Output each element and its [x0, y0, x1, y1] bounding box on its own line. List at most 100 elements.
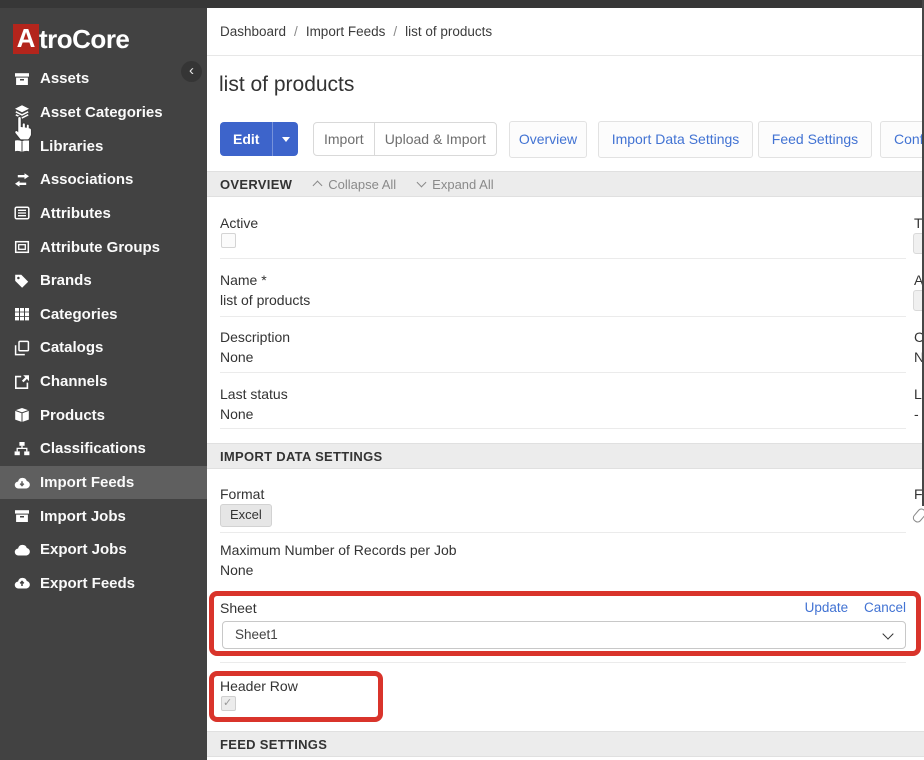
clipped-field-fragment: - — [914, 406, 919, 422]
paperclip-icon-fragment — [911, 507, 924, 524]
active-field-label: Active — [220, 215, 258, 231]
collapse-all-label: Collapse All — [328, 177, 396, 192]
expand-all-label: Expand All — [432, 177, 493, 192]
box-icon — [14, 407, 30, 423]
import-data-settings-panel-title: IMPORT DATA SETTINGS — [220, 449, 382, 464]
arrows-swap-icon — [14, 172, 30, 188]
sidebar-item-associations[interactable]: Associations — [0, 163, 207, 197]
sidebar-item-attribute-groups[interactable]: Attribute Groups — [0, 230, 207, 264]
sheet-field-label: Sheet — [220, 600, 257, 616]
main-content: Dashboard / Import Feeds / list of produ… — [207, 8, 924, 760]
archive-icon — [14, 508, 30, 524]
sidebar-item-classifications[interactable]: Classifications — [0, 432, 207, 466]
sidebar-item-label: Export Feeds — [40, 575, 135, 592]
sheet-select[interactable]: Sheet1 — [222, 621, 906, 649]
sidebar-item-import-jobs[interactable]: Import Jobs — [0, 499, 207, 533]
mouse-cursor — [12, 115, 34, 148]
sidebar-item-catalogs[interactable]: Catalogs — [0, 331, 207, 365]
sheet-inline-actions: Update Cancel — [687, 600, 906, 615]
logo-mark: A — [13, 24, 39, 54]
field-separator — [220, 532, 906, 533]
feed-settings-panel-header: FEED SETTINGS — [207, 731, 924, 757]
caret-down-icon — [282, 137, 290, 142]
sidebar-item-label: Export Jobs — [40, 541, 127, 558]
cloud-icon — [14, 542, 30, 558]
description-field-value: None — [220, 349, 253, 365]
collapse-all-control[interactable]: Collapse All — [314, 177, 396, 192]
action-button-group: Import Upload & Import — [313, 122, 497, 156]
edit-button-label[interactable]: Edit — [220, 122, 272, 156]
sidebar-item-channels[interactable]: Channels — [0, 365, 207, 399]
chevron-up-icon — [313, 181, 323, 191]
chevron-down-icon — [417, 178, 427, 188]
copy-icon — [14, 340, 30, 356]
sidebar-item-export-jobs[interactable]: Export Jobs — [0, 533, 207, 567]
sidebar-item-label: Brands — [40, 272, 92, 289]
nav-configurator-button-clipped[interactable]: Confi — [880, 121, 924, 158]
tag-icon — [14, 273, 30, 289]
name-field-value: list of products — [220, 292, 310, 308]
feed-settings-panel-title: FEED SETTINGS — [220, 737, 327, 752]
breadcrumb-dashboard[interactable]: Dashboard — [220, 24, 286, 39]
sidebar-item-label: Libraries — [40, 138, 103, 155]
last-status-field-value: None — [220, 406, 253, 422]
field-separator — [220, 258, 906, 259]
clipped-field-fragment: L — [914, 386, 922, 402]
sidebar-item-label: Categories — [40, 306, 118, 323]
breadcrumb: Dashboard / Import Feeds / list of produ… — [207, 8, 924, 56]
page-title: list of products — [219, 73, 354, 97]
sheet-update-link[interactable]: Update — [805, 600, 849, 615]
breadcrumb-separator: / — [393, 24, 397, 39]
edit-dropdown-toggle[interactable] — [272, 122, 298, 156]
sidebar-item-assets[interactable]: Assets — [0, 62, 207, 96]
share-icon — [14, 374, 30, 390]
breadcrumb-import-feeds[interactable]: Import Feeds — [306, 24, 386, 39]
sidebar-item-export-feeds[interactable]: Export Feeds — [0, 567, 207, 601]
nav-overview-button[interactable]: Overview — [509, 121, 587, 158]
field-separator — [220, 316, 906, 317]
sidebar-item-attributes[interactable]: Attributes — [0, 197, 207, 231]
app-logo[interactable]: AtroCore — [0, 8, 207, 62]
max-records-field-value: None — [220, 562, 253, 578]
import-data-settings-panel-header: IMPORT DATA SETTINGS — [207, 443, 924, 469]
name-field-label: Name * — [220, 272, 267, 288]
frame-icon — [14, 239, 30, 255]
grid-icon — [14, 306, 30, 322]
sitemap-icon — [14, 441, 30, 457]
nav-import-data-settings-button[interactable]: Import Data Settings — [598, 121, 753, 158]
field-separator — [220, 662, 906, 663]
active-checkbox[interactable] — [221, 233, 236, 248]
top-bar — [0, 0, 924, 8]
list-icon — [14, 205, 30, 221]
sidebar-item-label: Associations — [40, 171, 133, 188]
sidebar-collapse-button[interactable] — [181, 61, 202, 82]
archive-icon — [14, 71, 30, 87]
field-separator — [220, 428, 906, 429]
sidebar-item-categories[interactable]: Categories — [0, 297, 207, 331]
sidebar-item-label: Catalogs — [40, 339, 103, 356]
sidebar-item-brands[interactable]: Brands — [0, 264, 207, 298]
import-button[interactable]: Import — [314, 123, 374, 155]
upload-and-import-button[interactable]: Upload & Import — [374, 123, 496, 155]
sidebar-item-label: Classifications — [40, 440, 146, 457]
sidebar-item-label: Assets — [40, 70, 89, 87]
nav-feed-settings-button[interactable]: Feed Settings — [758, 121, 872, 158]
overview-panel-title: OVERVIEW — [220, 177, 292, 192]
breadcrumb-current: list of products — [405, 24, 492, 39]
sheet-select-value: Sheet1 — [235, 622, 278, 648]
app-window: AtroCore AssetsAsset CategoriesLibraries… — [0, 0, 924, 760]
expand-all-control[interactable]: Expand All — [418, 177, 493, 192]
sidebar-item-import-feeds[interactable]: Import Feeds — [0, 466, 207, 500]
sidebar-item-label: Channels — [40, 373, 108, 390]
last-status-field-label: Last status — [220, 386, 288, 402]
sidebar-item-label: Import Feeds — [40, 474, 134, 491]
edit-button[interactable]: Edit — [220, 122, 298, 156]
breadcrumb-separator: / — [294, 24, 298, 39]
sheet-cancel-link[interactable]: Cancel — [864, 600, 906, 615]
sidebar-item-products[interactable]: Products — [0, 398, 207, 432]
sidebar-item-label: Attributes — [40, 205, 111, 222]
max-records-field-label: Maximum Number of Records per Job — [220, 542, 457, 558]
header-row-checkbox[interactable] — [221, 696, 236, 711]
description-field-label: Description — [220, 329, 290, 345]
sidebar-item-label: Products — [40, 407, 105, 424]
